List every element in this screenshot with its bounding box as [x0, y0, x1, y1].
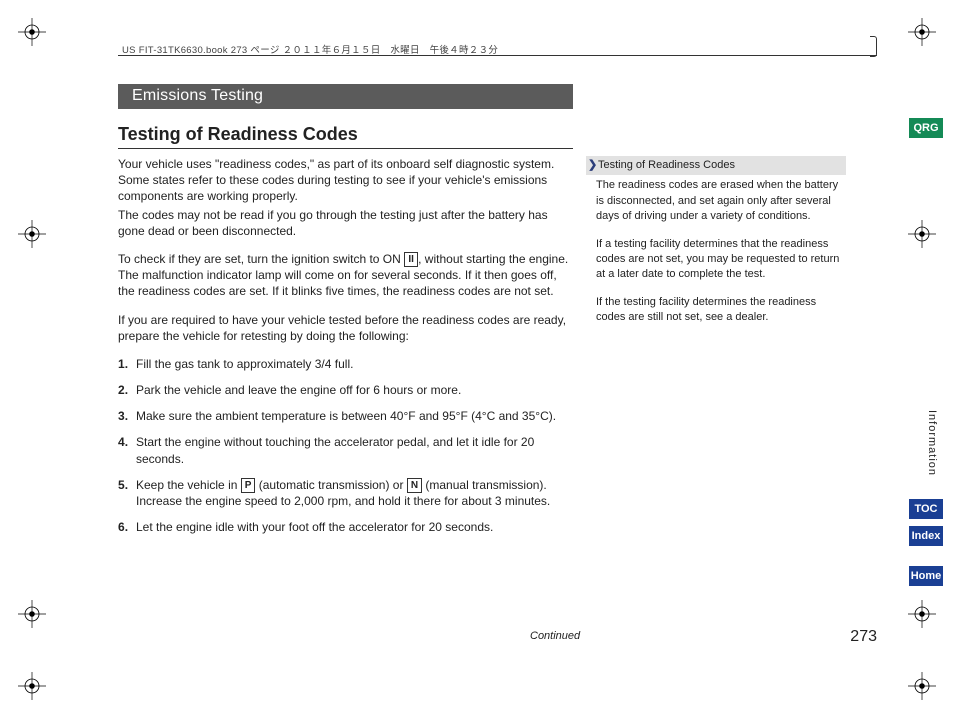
page-number: 273 [850, 628, 877, 646]
procedure-list: Fill the gas tank to approximately 3/4 f… [118, 356, 573, 536]
body-paragraph: The codes may not be read if you go thro… [118, 207, 573, 239]
crop-mark-icon [18, 18, 46, 46]
info-sidebar-paragraph: The readiness codes are erased when the … [586, 178, 846, 224]
header-rule-end-icon [870, 36, 877, 57]
section-heading: Testing of Readiness Codes [118, 124, 358, 145]
crop-mark-icon [908, 600, 936, 628]
body-column: Your vehicle uses "readiness codes," as … [118, 156, 573, 545]
section-tab-label: Information [926, 410, 938, 476]
body-paragraph: If you are required to have your vehicle… [118, 312, 573, 344]
chevron-right-icon: ❯ [588, 158, 598, 173]
tab-qrg[interactable]: QRG [909, 118, 943, 138]
crop-mark-icon [18, 672, 46, 700]
section-rule [118, 148, 573, 149]
body-paragraph: To check if they are set, turn the ignit… [118, 251, 573, 300]
crop-mark-icon [18, 600, 46, 628]
continued-label: Continued [530, 630, 580, 642]
list-item: Keep the vehicle in P (automatic transmi… [118, 477, 573, 509]
body-text: (automatic transmission) or [255, 478, 406, 492]
list-item: Fill the gas tank to approximately 3/4 f… [118, 356, 573, 372]
crop-mark-icon [18, 220, 46, 248]
info-sidebar-title: Testing of Readiness Codes [598, 159, 735, 171]
chapter-title: Emissions Testing [118, 84, 573, 109]
tab-index[interactable]: Index [909, 526, 943, 546]
info-sidebar-heading: ❯Testing of Readiness Codes [586, 156, 846, 175]
tab-toc[interactable]: TOC [909, 499, 943, 519]
body-text: To check if they are set, turn the ignit… [118, 252, 404, 266]
crop-mark-icon [908, 672, 936, 700]
crop-mark-icon [908, 18, 936, 46]
info-sidebar-paragraph: If the testing facility determines the r… [586, 295, 846, 326]
keycap-icon: II [404, 252, 418, 267]
info-sidebar-paragraph: If a testing facility determines that th… [586, 237, 846, 283]
tab-home[interactable]: Home [909, 566, 943, 586]
body-paragraph: Your vehicle uses "readiness codes," as … [118, 156, 573, 205]
list-item: Start the engine without touching the ac… [118, 434, 573, 466]
body-text: Keep the vehicle in [136, 478, 241, 492]
list-item: Let the engine idle with your foot off t… [118, 519, 573, 535]
crop-mark-icon [908, 220, 936, 248]
header-rule [118, 55, 877, 56]
info-sidebar: ❯Testing of Readiness Codes The readines… [586, 156, 846, 338]
keycap-icon: P [241, 478, 256, 493]
keycap-icon: N [407, 478, 422, 493]
list-item: Park the vehicle and leave the engine of… [118, 382, 573, 398]
header-crumb: US FIT-31TK6630.book 273 ページ ２０１１年６月１５日 … [122, 42, 498, 56]
list-item: Make sure the ambient temperature is bet… [118, 408, 573, 424]
